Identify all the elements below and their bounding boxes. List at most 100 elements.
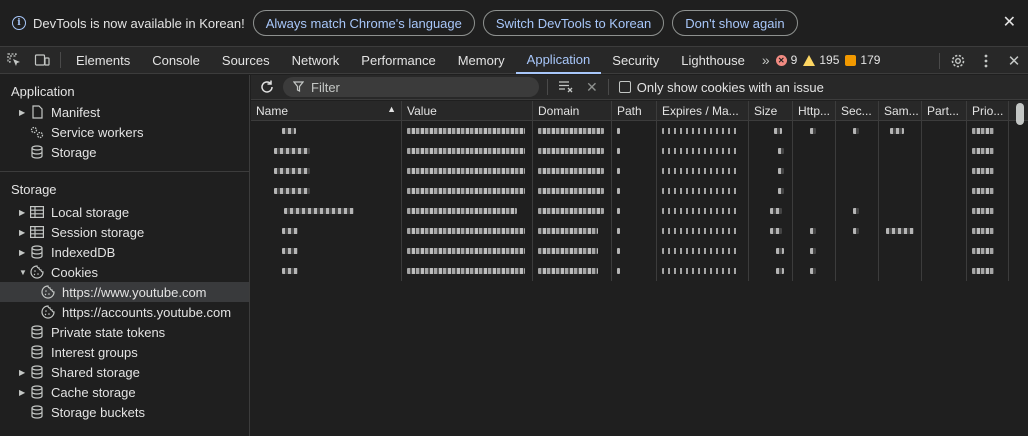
expand-arrow-icon[interactable]: ▶ <box>19 388 29 397</box>
collapse-arrow-icon[interactable]: ▼ <box>19 268 29 277</box>
table-row[interactable] <box>251 121 1028 141</box>
toolbar-divider <box>607 79 609 95</box>
tab-application[interactable]: Application <box>515 47 602 74</box>
filter-placeholder: Filter <box>311 79 340 95</box>
tab-lighthouse[interactable]: Lighthouse <box>670 47 756 74</box>
redacted-httponly <box>810 268 816 274</box>
expand-arrow-icon[interactable]: ▶ <box>19 248 29 257</box>
table-row[interactable] <box>251 241 1028 261</box>
expand-arrow-icon[interactable]: ▶ <box>19 208 29 217</box>
sidebar-item-service-workers[interactable]: Service workers <box>0 122 249 142</box>
tab-security[interactable]: Security <box>601 47 670 74</box>
warning-count: 195 <box>819 53 840 67</box>
scrollbar-thumb[interactable] <box>1016 103 1024 125</box>
sidebar-item-interest-groups[interactable]: Interest groups <box>0 342 249 362</box>
table-row[interactable] <box>251 161 1028 181</box>
redacted-size <box>778 188 784 194</box>
expand-arrow-icon[interactable]: ▶ <box>19 108 29 117</box>
sidebar-item-private-state-tokens[interactable]: Private state tokens <box>0 322 249 342</box>
column-header-path[interactable]: Path <box>612 101 657 121</box>
info-icon: i <box>12 16 26 30</box>
column-header-priority[interactable]: Prio... <box>967 101 1009 121</box>
settings-gear-icon[interactable] <box>944 47 972 74</box>
expand-arrow-icon[interactable]: ▶ <box>19 228 29 237</box>
sidebar-item-indexeddb[interactable]: ▶ IndexedDB <box>0 242 249 262</box>
close-devtools-icon[interactable]: ✕ <box>1000 47 1028 74</box>
warning-counter[interactable]: 195 <box>803 53 839 67</box>
issues-counter[interactable]: 179 <box>845 53 880 67</box>
column-header-value[interactable]: Value <box>402 101 533 121</box>
redacted-domain <box>538 268 598 274</box>
dont-show-again-button[interactable]: Don't show again <box>672 10 798 36</box>
more-tabs-icon[interactable]: » <box>756 52 776 68</box>
issues-count: 179 <box>860 53 881 67</box>
switch-to-korean-button[interactable]: Switch DevTools to Korean <box>482 10 665 36</box>
sidebar-item-cookies[interactable]: ▼ Cookies <box>0 262 249 282</box>
column-header-expires[interactable]: Expires / Ma... <box>657 101 749 121</box>
cookies-table: Name ▲ Value Domain Path Expires / Ma...… <box>251 101 1028 281</box>
column-header-size[interactable]: Size <box>749 101 793 121</box>
inspect-element-icon[interactable] <box>0 47 28 74</box>
clear-all-icon[interactable]: ✕ <box>586 79 598 96</box>
redacted-name <box>274 188 310 194</box>
redacted-path <box>617 208 620 214</box>
table-row[interactable] <box>251 261 1028 281</box>
redacted-httponly <box>810 248 816 254</box>
column-header-httponly[interactable]: Http... <box>793 101 836 121</box>
database-icon <box>29 345 45 359</box>
tab-elements[interactable]: Elements <box>65 47 141 74</box>
table-row[interactable] <box>251 221 1028 241</box>
more-options-icon[interactable] <box>972 47 1000 74</box>
sidebar-item-label: Cookies <box>51 264 98 280</box>
always-match-language-button[interactable]: Always match Chrome's language <box>252 10 475 36</box>
refresh-icon[interactable] <box>259 79 275 95</box>
tab-memory[interactable]: Memory <box>447 47 516 74</box>
redacted-expires <box>662 228 740 234</box>
table-scrollbar[interactable] <box>1016 103 1024 283</box>
column-header-secure[interactable]: Sec... <box>836 101 879 121</box>
redacted-expires <box>662 128 740 134</box>
cookie-icon <box>40 285 56 299</box>
tab-network[interactable]: Network <box>281 47 351 74</box>
close-icon[interactable]: ✕ <box>1003 15 1016 31</box>
database-icon <box>29 405 45 419</box>
column-header-name[interactable]: Name ▲ <box>251 101 402 121</box>
sidebar-item-storage-buckets[interactable]: Storage buckets <box>0 402 249 422</box>
toolbar-divider <box>939 52 940 69</box>
sidebar-item-label: Storage <box>51 144 97 160</box>
sidebar-item-cookie-youtube[interactable]: https://www.youtube.com <box>0 282 249 302</box>
sidebar-item-session-storage[interactable]: ▶ Session storage <box>0 222 249 242</box>
redacted-secure <box>853 208 859 214</box>
redacted-value <box>407 148 525 154</box>
error-counter[interactable]: ✕ 9 <box>775 53 797 67</box>
column-header-domain[interactable]: Domain <box>533 101 612 121</box>
sidebar-item-cache-storage[interactable]: ▶ Cache storage <box>0 382 249 402</box>
column-header-samesite[interactable]: Sam... <box>879 101 922 121</box>
table-row[interactable] <box>251 201 1028 221</box>
filter-input[interactable]: Filter <box>283 77 539 97</box>
redacted-priority <box>972 128 994 134</box>
device-toolbar-icon[interactable] <box>28 47 56 74</box>
table-row[interactable] <box>251 181 1028 201</box>
sidebar-item-manifest[interactable]: ▶ Manifest <box>0 102 249 122</box>
redacted-priority <box>972 268 994 274</box>
column-header-partition[interactable]: Part... <box>922 101 967 121</box>
tab-sources[interactable]: Sources <box>211 47 281 74</box>
redacted-name <box>284 208 354 214</box>
table-row[interactable] <box>251 141 1028 161</box>
only-issue-checkbox[interactable] <box>618 81 631 93</box>
sidebar-item-shared-storage[interactable]: ▶ Shared storage <box>0 362 249 382</box>
sidebar-item-local-storage[interactable]: ▶ Local storage <box>0 202 249 222</box>
application-sidebar: Application ▶ Manifest Service workers S… <box>0 75 250 436</box>
expand-arrow-icon[interactable]: ▶ <box>19 368 29 377</box>
redacted-priority <box>972 208 994 214</box>
redacted-domain <box>538 208 604 214</box>
redacted-expires <box>662 148 740 154</box>
tab-console[interactable]: Console <box>141 47 211 74</box>
sidebar-item-label: Shared storage <box>51 364 140 380</box>
clear-filtered-cookies-icon[interactable] <box>558 79 574 95</box>
sidebar-item-storage[interactable]: Storage <box>0 142 249 162</box>
redacted-expires <box>662 248 740 254</box>
sidebar-item-cookie-accounts[interactable]: https://accounts.youtube.com <box>0 302 249 322</box>
tab-performance[interactable]: Performance <box>350 47 446 74</box>
